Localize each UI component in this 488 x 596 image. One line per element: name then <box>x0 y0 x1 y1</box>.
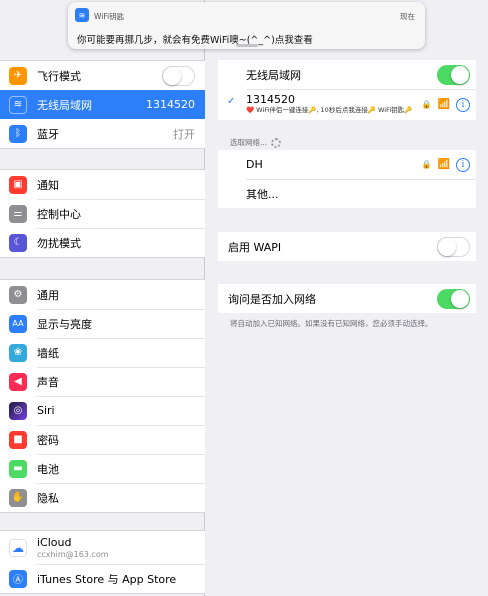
sidebar-item-label: iTunes Store 与 App Store <box>37 572 177 586</box>
sidebar-item-general[interactable]: ⚙ 通用 <box>0 280 205 309</box>
banner-app-name: WiFi钥匙 <box>94 12 125 21</box>
bluetooth-status-value: 打开 <box>173 127 195 141</box>
wifi-toggle-row: 无线局域网 <box>218 60 476 89</box>
choose-network-label: 选取网络... <box>230 138 268 147</box>
choose-network-header: 选取网络... <box>230 137 282 148</box>
sidebar-item-label: iCloud ccxhim@163.com <box>37 536 205 559</box>
wifi-label: 无线局域网 <box>246 68 301 82</box>
wifi-signal-icon: 📶 <box>437 159 450 170</box>
network-name: DH <box>246 158 263 171</box>
sidebar-item-battery[interactable]: ▬ 电池 <box>0 454 205 483</box>
hand-icon: ✋ <box>9 488 27 507</box>
sidebar-item-control-center[interactable]: ⚌ 控制中心 <box>0 199 205 228</box>
ask-join-row: 询问是否加入网络 <box>218 284 476 313</box>
sidebar-item-label: 显示与亮度 <box>37 317 92 331</box>
wifi-settings-pane: 无线局域网 ✓ 1314520 ❤️ WiFi伴侣一键连接🔑, 10秒后点我连接… <box>206 0 488 596</box>
icloud-label: iCloud <box>37 536 72 549</box>
notifications-icon: ▣ <box>9 175 27 194</box>
ask-join-footnote: 将自动加入已知网络。如果没有已知网络，您必须手动选择。 <box>230 319 433 328</box>
lock-icon: 🔒 <box>421 160 432 169</box>
app-store-icon: Ⓐ <box>9 569 27 588</box>
wifi-icon: ≋ <box>9 95 27 114</box>
lock-icon: 🔒 <box>421 100 432 109</box>
sidebar-item-label: 通用 <box>37 288 59 302</box>
wifi-network-value: 1314520 <box>146 98 195 111</box>
general-group: ⚙ 通用 AA 显示与亮度 ❀ 墙纸 ◀ 声音 ◎ Siri ■ 密码 ▬ 电池… <box>0 279 205 513</box>
sidebar-item-label: 密码 <box>37 433 59 447</box>
icloud-account-email: ccxhim@163.com <box>37 550 109 559</box>
sidebar-item-app-store[interactable]: Ⓐ iTunes Store 与 App Store <box>0 564 205 593</box>
wifi-key-app-icon: ≋ <box>75 8 89 22</box>
ask-join-group: 询问是否加入网络 <box>218 284 476 313</box>
sidebar-item-label: 勿扰模式 <box>37 236 81 250</box>
airplane-icon: ✈ <box>9 66 27 85</box>
sidebar-item-wifi[interactable]: ≋ 无线局域网 1314520 <box>0 90 205 119</box>
icloud-icon: ☁ <box>9 538 27 557</box>
sidebar-item-label: Siri <box>37 404 55 417</box>
gear-icon: ⚙ <box>9 285 27 304</box>
wifi-toggle[interactable] <box>437 64 470 85</box>
sidebar-item-label: 墙纸 <box>37 346 59 360</box>
wapi-group: 启用 WAPI <box>218 232 476 261</box>
sidebar-item-label: 飞行模式 <box>37 69 81 83</box>
wifi-signal-icon: 📶 <box>437 99 450 110</box>
available-networks-group: DH 🔒 📶 i 其他... <box>218 150 476 208</box>
sidebar-item-label: 蓝牙 <box>37 127 59 141</box>
accounts-group: ☁ iCloud ccxhim@163.com Ⓐ iTunes Store 与… <box>0 530 205 594</box>
lock-icon: ■ <box>9 430 27 449</box>
sidebar-item-wallpaper[interactable]: ❀ 墙纸 <box>0 338 205 367</box>
connected-network-caption: ❤️ WiFi伴侣一键连接🔑, 10秒后点我连接🔑 WiFi钥匙🔑 <box>246 106 413 115</box>
connectivity-group: ✈ 飞行模式 ≋ 无线局域网 1314520 ᛒ 蓝牙 打开 <box>0 60 205 149</box>
sidebar-item-sounds[interactable]: ◀ 声音 <box>0 367 205 396</box>
sound-icon: ◀ <box>9 372 27 391</box>
bluetooth-icon: ᛒ <box>9 124 27 143</box>
banner-grabber[interactable] <box>236 44 258 47</box>
sidebar-item-do-not-disturb[interactable]: ☾ 勿扰模式 <box>0 228 205 257</box>
sidebar-item-privacy[interactable]: ✋ 隐私 <box>0 483 205 512</box>
banner-time: 现在 <box>400 12 415 21</box>
sidebar-item-label: 电池 <box>37 462 59 476</box>
battery-icon: ▬ <box>9 459 27 478</box>
loading-spinner-icon <box>271 137 282 148</box>
connected-network-row[interactable]: ✓ 1314520 ❤️ WiFi伴侣一键连接🔑, 10秒后点我连接🔑 WiFi… <box>218 89 476 120</box>
notification-banner[interactable]: ≋ WiFi钥匙 现在 你可能要再挪几步，就会有免费WiFi噢~(^_^)点我查… <box>68 2 425 49</box>
wifi-group: 无线局域网 ✓ 1314520 ❤️ WiFi伴侣一键连接🔑, 10秒后点我连接… <box>218 60 476 120</box>
ask-join-toggle[interactable] <box>437 288 470 309</box>
control-center-icon: ⚌ <box>9 204 27 223</box>
moon-icon: ☾ <box>9 233 27 252</box>
sidebar-item-passcode[interactable]: ■ 密码 <box>0 425 205 454</box>
banner-message: 你可能要再挪几步，就会有免费WiFi噢~(^_^)点我查看 <box>77 35 313 46</box>
info-icon[interactable]: i <box>456 157 470 172</box>
network-row[interactable]: DH 🔒 📶 i <box>218 150 476 179</box>
other-network-label: 其他... <box>246 187 279 201</box>
wapi-row: 启用 WAPI <box>218 232 476 261</box>
display-icon: AA <box>9 314 27 333</box>
sidebar-item-label: 声音 <box>37 375 59 389</box>
wapi-label: 启用 WAPI <box>228 240 282 254</box>
sidebar-item-display[interactable]: AA 显示与亮度 <box>0 309 205 338</box>
other-network-row[interactable]: 其他... <box>218 179 476 208</box>
checkmark-icon: ✓ <box>227 96 236 107</box>
wallpaper-icon: ❀ <box>9 343 27 362</box>
sidebar-item-label: 通知 <box>37 178 59 192</box>
sidebar-item-label: 控制中心 <box>37 207 81 221</box>
sidebar-item-siri[interactable]: ◎ Siri <box>0 396 205 425</box>
sidebar-item-label: 无线局域网 <box>37 98 92 112</box>
sidebar-item-notifications[interactable]: ▣ 通知 <box>0 170 205 199</box>
info-icon[interactable]: i <box>456 97 470 112</box>
sidebar-item-airplane-mode[interactable]: ✈ 飞行模式 <box>0 61 205 90</box>
ask-join-label: 询问是否加入网络 <box>228 292 316 306</box>
airplane-mode-toggle[interactable] <box>162 65 195 86</box>
sidebar-item-bluetooth[interactable]: ᛒ 蓝牙 打开 <box>0 119 205 148</box>
notifications-group: ▣ 通知 ⚌ 控制中心 ☾ 勿扰模式 <box>0 169 205 258</box>
connected-network-name: 1314520 <box>246 93 295 107</box>
settings-sidebar: ✈ 飞行模式 ≋ 无线局域网 1314520 ᛒ 蓝牙 打开 ▣ 通知 ⚌ 控制… <box>0 0 205 596</box>
sidebar-item-label: 隐私 <box>37 491 59 505</box>
sidebar-item-icloud[interactable]: ☁ iCloud ccxhim@163.com <box>0 531 205 564</box>
connected-network-info: 1314520 ❤️ WiFi伴侣一键连接🔑, 10秒后点我连接🔑 WiFi钥匙… <box>246 94 422 114</box>
wapi-toggle[interactable] <box>437 236 470 257</box>
siri-icon: ◎ <box>9 401 27 420</box>
